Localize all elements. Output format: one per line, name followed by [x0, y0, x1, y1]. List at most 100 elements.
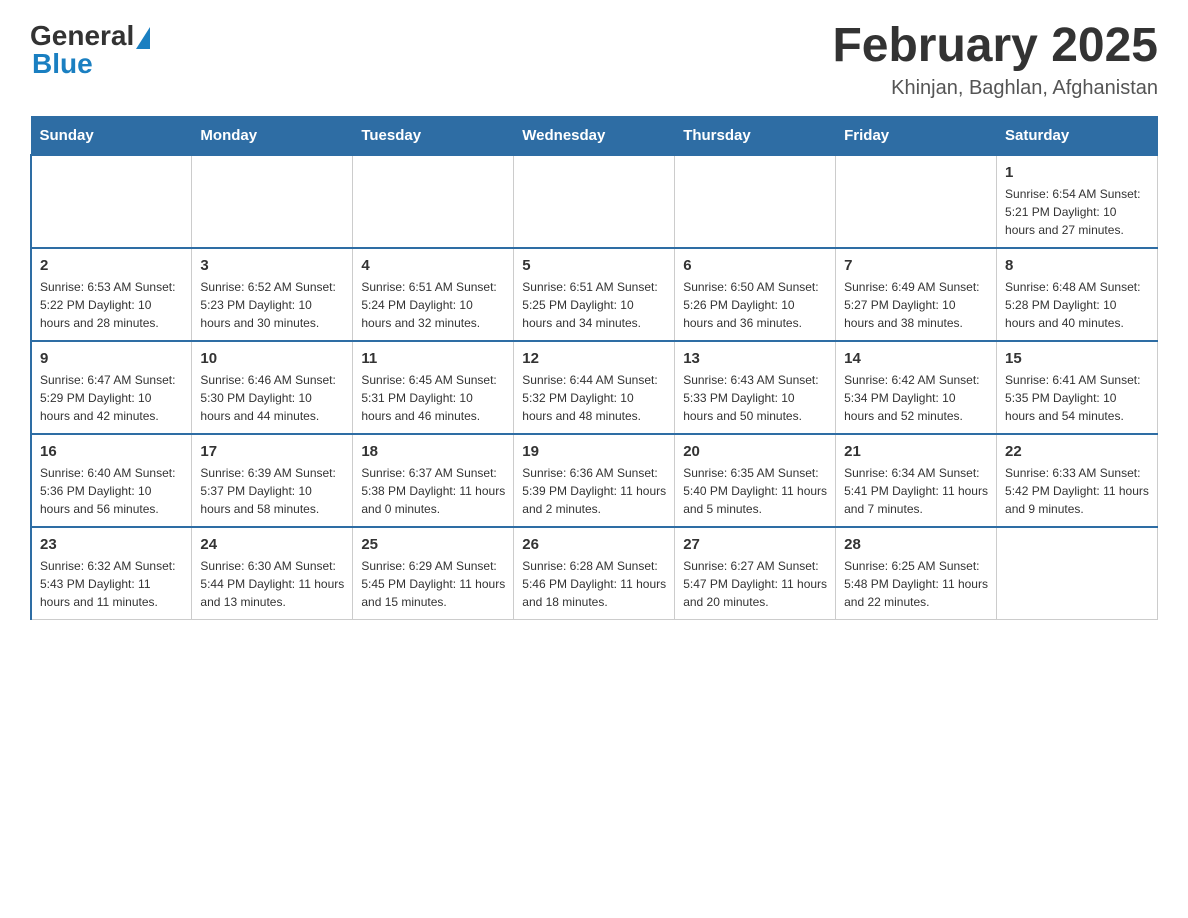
logo: General Blue [30, 20, 152, 80]
day-info: Sunrise: 6:37 AM Sunset: 5:38 PM Dayligh… [361, 464, 505, 518]
day-number: 22 [1005, 443, 1149, 460]
day-number: 8 [1005, 257, 1149, 274]
calendar-cell: 26 Sunrise: 6:28 AM Sunset: 5:46 PM Dayli… [514, 527, 675, 620]
day-number: 3 [200, 257, 344, 274]
calendar-cell: 16 Sunrise: 6:40 AM Sunset: 5:36 PM Dayli… [31, 434, 192, 527]
day-number: 21 [844, 443, 988, 460]
calendar-cell: 10 Sunrise: 6:46 AM Sunset: 5:30 PM Dayli… [192, 341, 353, 434]
day-info: Sunrise: 6:51 AM Sunset: 5:24 PM Dayligh… [361, 278, 505, 332]
day-info: Sunrise: 6:40 AM Sunset: 5:36 PM Dayligh… [40, 464, 183, 518]
day-number: 2 [40, 257, 183, 274]
calendar-cell: 4 Sunrise: 6:51 AM Sunset: 5:24 PM Daylig… [353, 248, 514, 341]
day-number: 14 [844, 350, 988, 367]
day-info: Sunrise: 6:25 AM Sunset: 5:48 PM Dayligh… [844, 557, 988, 611]
weekday-header-saturday: Saturday [997, 116, 1158, 155]
day-info: Sunrise: 6:48 AM Sunset: 5:28 PM Dayligh… [1005, 278, 1149, 332]
calendar-cell: 2 Sunrise: 6:53 AM Sunset: 5:22 PM Daylig… [31, 248, 192, 341]
day-info: Sunrise: 6:36 AM Sunset: 5:39 PM Dayligh… [522, 464, 666, 518]
weekday-header-row: SundayMondayTuesdayWednesdayThursdayFrid… [31, 116, 1158, 155]
calendar-week-row: 23 Sunrise: 6:32 AM Sunset: 5:43 PM Dayli… [31, 527, 1158, 620]
calendar-week-row: 2 Sunrise: 6:53 AM Sunset: 5:22 PM Daylig… [31, 248, 1158, 341]
page-header: General Blue February 2025 Khinjan, Bagh… [30, 20, 1158, 100]
calendar-cell: 14 Sunrise: 6:42 AM Sunset: 5:34 PM Dayli… [836, 341, 997, 434]
day-info: Sunrise: 6:44 AM Sunset: 5:32 PM Dayligh… [522, 371, 666, 425]
day-info: Sunrise: 6:30 AM Sunset: 5:44 PM Dayligh… [200, 557, 344, 611]
day-number: 6 [683, 257, 827, 274]
day-number: 20 [683, 443, 827, 460]
day-number: 23 [40, 536, 183, 553]
day-number: 19 [522, 443, 666, 460]
day-info: Sunrise: 6:50 AM Sunset: 5:26 PM Dayligh… [683, 278, 827, 332]
day-info: Sunrise: 6:33 AM Sunset: 5:42 PM Dayligh… [1005, 464, 1149, 518]
day-number: 16 [40, 443, 183, 460]
calendar-cell: 3 Sunrise: 6:52 AM Sunset: 5:23 PM Daylig… [192, 248, 353, 341]
day-info: Sunrise: 6:39 AM Sunset: 5:37 PM Dayligh… [200, 464, 344, 518]
calendar-cell: 19 Sunrise: 6:36 AM Sunset: 5:39 PM Dayli… [514, 434, 675, 527]
day-info: Sunrise: 6:43 AM Sunset: 5:33 PM Dayligh… [683, 371, 827, 425]
day-info: Sunrise: 6:46 AM Sunset: 5:30 PM Dayligh… [200, 371, 344, 425]
calendar-cell: 23 Sunrise: 6:32 AM Sunset: 5:43 PM Dayli… [31, 527, 192, 620]
calendar-cell: 27 Sunrise: 6:27 AM Sunset: 5:47 PM Dayli… [675, 527, 836, 620]
day-info: Sunrise: 6:47 AM Sunset: 5:29 PM Dayligh… [40, 371, 183, 425]
day-info: Sunrise: 6:52 AM Sunset: 5:23 PM Dayligh… [200, 278, 344, 332]
weekday-header-friday: Friday [836, 116, 997, 155]
calendar-cell: 22 Sunrise: 6:33 AM Sunset: 5:42 PM Dayli… [997, 434, 1158, 527]
calendar-cell: 21 Sunrise: 6:34 AM Sunset: 5:41 PM Dayli… [836, 434, 997, 527]
title-section: February 2025 Khinjan, Baghlan, Afghanis… [832, 20, 1158, 100]
day-info: Sunrise: 6:35 AM Sunset: 5:40 PM Dayligh… [683, 464, 827, 518]
calendar-cell [192, 155, 353, 248]
calendar-cell: 11 Sunrise: 6:45 AM Sunset: 5:31 PM Dayli… [353, 341, 514, 434]
calendar-cell [353, 155, 514, 248]
calendar-cell: 17 Sunrise: 6:39 AM Sunset: 5:37 PM Dayli… [192, 434, 353, 527]
day-info: Sunrise: 6:53 AM Sunset: 5:22 PM Dayligh… [40, 278, 183, 332]
calendar-cell [836, 155, 997, 248]
day-number: 7 [844, 257, 988, 274]
calendar-title: February 2025 [832, 20, 1158, 73]
calendar-cell: 12 Sunrise: 6:44 AM Sunset: 5:32 PM Dayli… [514, 341, 675, 434]
weekday-header-monday: Monday [192, 116, 353, 155]
day-number: 18 [361, 443, 505, 460]
calendar-cell: 25 Sunrise: 6:29 AM Sunset: 5:45 PM Dayli… [353, 527, 514, 620]
day-number: 25 [361, 536, 505, 553]
weekday-header-thursday: Thursday [675, 116, 836, 155]
day-info: Sunrise: 6:29 AM Sunset: 5:45 PM Dayligh… [361, 557, 505, 611]
day-number: 13 [683, 350, 827, 367]
day-number: 4 [361, 257, 505, 274]
day-info: Sunrise: 6:49 AM Sunset: 5:27 PM Dayligh… [844, 278, 988, 332]
day-number: 11 [361, 350, 505, 367]
calendar-cell: 18 Sunrise: 6:37 AM Sunset: 5:38 PM Dayli… [353, 434, 514, 527]
day-info: Sunrise: 6:32 AM Sunset: 5:43 PM Dayligh… [40, 557, 183, 611]
day-number: 17 [200, 443, 344, 460]
day-number: 10 [200, 350, 344, 367]
calendar-cell: 5Sunrise: 6:51 AM Sunset: 5:25 PM Daylig… [514, 248, 675, 341]
day-info: Sunrise: 6:27 AM Sunset: 5:47 PM Dayligh… [683, 557, 827, 611]
calendar-cell: 20 Sunrise: 6:35 AM Sunset: 5:40 PM Dayli… [675, 434, 836, 527]
day-info: Sunrise: 6:45 AM Sunset: 5:31 PM Dayligh… [361, 371, 505, 425]
calendar-table: SundayMondayTuesdayWednesdayThursdayFrid… [30, 116, 1158, 620]
calendar-cell [997, 527, 1158, 620]
day-number: 1 [1005, 164, 1149, 181]
calendar-week-row: 16 Sunrise: 6:40 AM Sunset: 5:36 PM Dayli… [31, 434, 1158, 527]
logo-arrow-icon [136, 27, 150, 49]
day-number: 27 [683, 536, 827, 553]
calendar-cell: 6 Sunrise: 6:50 AM Sunset: 5:26 PM Daylig… [675, 248, 836, 341]
calendar-cell: 28 Sunrise: 6:25 AM Sunset: 5:48 PM Dayli… [836, 527, 997, 620]
weekday-header-tuesday: Tuesday [353, 116, 514, 155]
calendar-cell: 15Sunrise: 6:41 AM Sunset: 5:35 PM Dayli… [997, 341, 1158, 434]
day-info: Sunrise: 6:34 AM Sunset: 5:41 PM Dayligh… [844, 464, 988, 518]
day-number: 26 [522, 536, 666, 553]
day-number: 28 [844, 536, 988, 553]
calendar-subtitle: Khinjan, Baghlan, Afghanistan [832, 77, 1158, 100]
calendar-cell: 1 Sunrise: 6:54 AM Sunset: 5:21 PM Daylig… [997, 155, 1158, 248]
calendar-cell [31, 155, 192, 248]
day-info: Sunrise: 6:54 AM Sunset: 5:21 PM Dayligh… [1005, 185, 1149, 239]
day-number: 5 [522, 257, 666, 274]
calendar-cell: 13 Sunrise: 6:43 AM Sunset: 5:33 PM Dayli… [675, 341, 836, 434]
day-number: 24 [200, 536, 344, 553]
calendar-week-row: 1 Sunrise: 6:54 AM Sunset: 5:21 PM Daylig… [31, 155, 1158, 248]
day-number: 12 [522, 350, 666, 367]
weekday-header-wednesday: Wednesday [514, 116, 675, 155]
weekday-header-sunday: Sunday [31, 116, 192, 155]
day-info: Sunrise: 6:42 AM Sunset: 5:34 PM Dayligh… [844, 371, 988, 425]
day-info: Sunrise: 6:28 AM Sunset: 5:46 PM Dayligh… [522, 557, 666, 611]
